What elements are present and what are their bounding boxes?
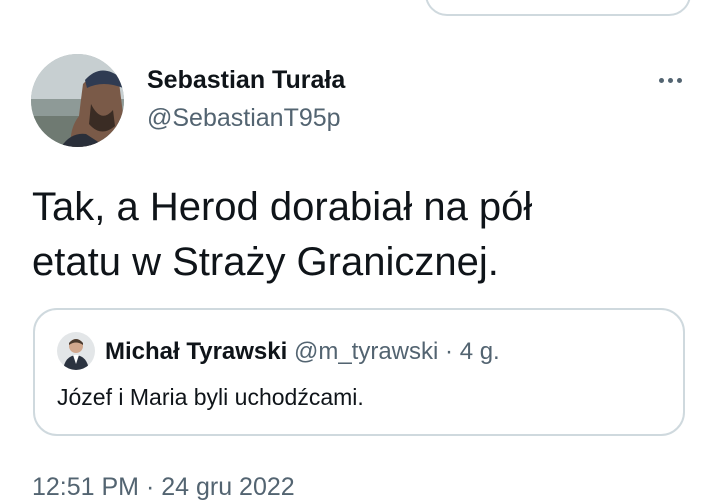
- more-horizontal-icon: [667, 77, 673, 83]
- quoted-tweet-text: Józef i Maria byli uchodźcami.: [57, 384, 364, 410]
- tweet-text: Tak, a Herod dorabiał na pół etatu w Str…: [32, 180, 692, 290]
- more-options-button[interactable]: [652, 70, 688, 90]
- previous-button-outline[interactable]: [425, 0, 691, 16]
- tweet-text-line: Tak, a Herod dorabiał na pół: [32, 185, 533, 229]
- quoted-header: Michał Tyrawski @m_tyrawski · 4 g.: [105, 337, 500, 367]
- author-handle[interactable]: @SebastianT95p: [147, 104, 341, 133]
- more-horizontal-icon: [658, 77, 664, 83]
- quoted-author-name[interactable]: Michał Tyrawski: [105, 338, 287, 365]
- tweet-timestamp[interactable]: 12:51 PM · 24 gru 2022: [32, 473, 295, 502]
- quoted-author-avatar[interactable]: [57, 332, 95, 370]
- more-horizontal-icon: [676, 77, 682, 83]
- quoted-author-handle[interactable]: @m_tyrawski: [294, 338, 438, 365]
- quoted-time[interactable]: 4 g.: [460, 338, 500, 365]
- author-avatar[interactable]: [31, 54, 124, 147]
- tweet-text-line: etatu w Straży Granicznej.: [32, 240, 499, 284]
- quoted-separator: ·: [445, 338, 454, 365]
- author-name[interactable]: Sebastian Turała: [147, 66, 345, 95]
- quoted-tweet-card[interactable]: Michał Tyrawski @m_tyrawski · 4 g. Józef…: [33, 308, 685, 436]
